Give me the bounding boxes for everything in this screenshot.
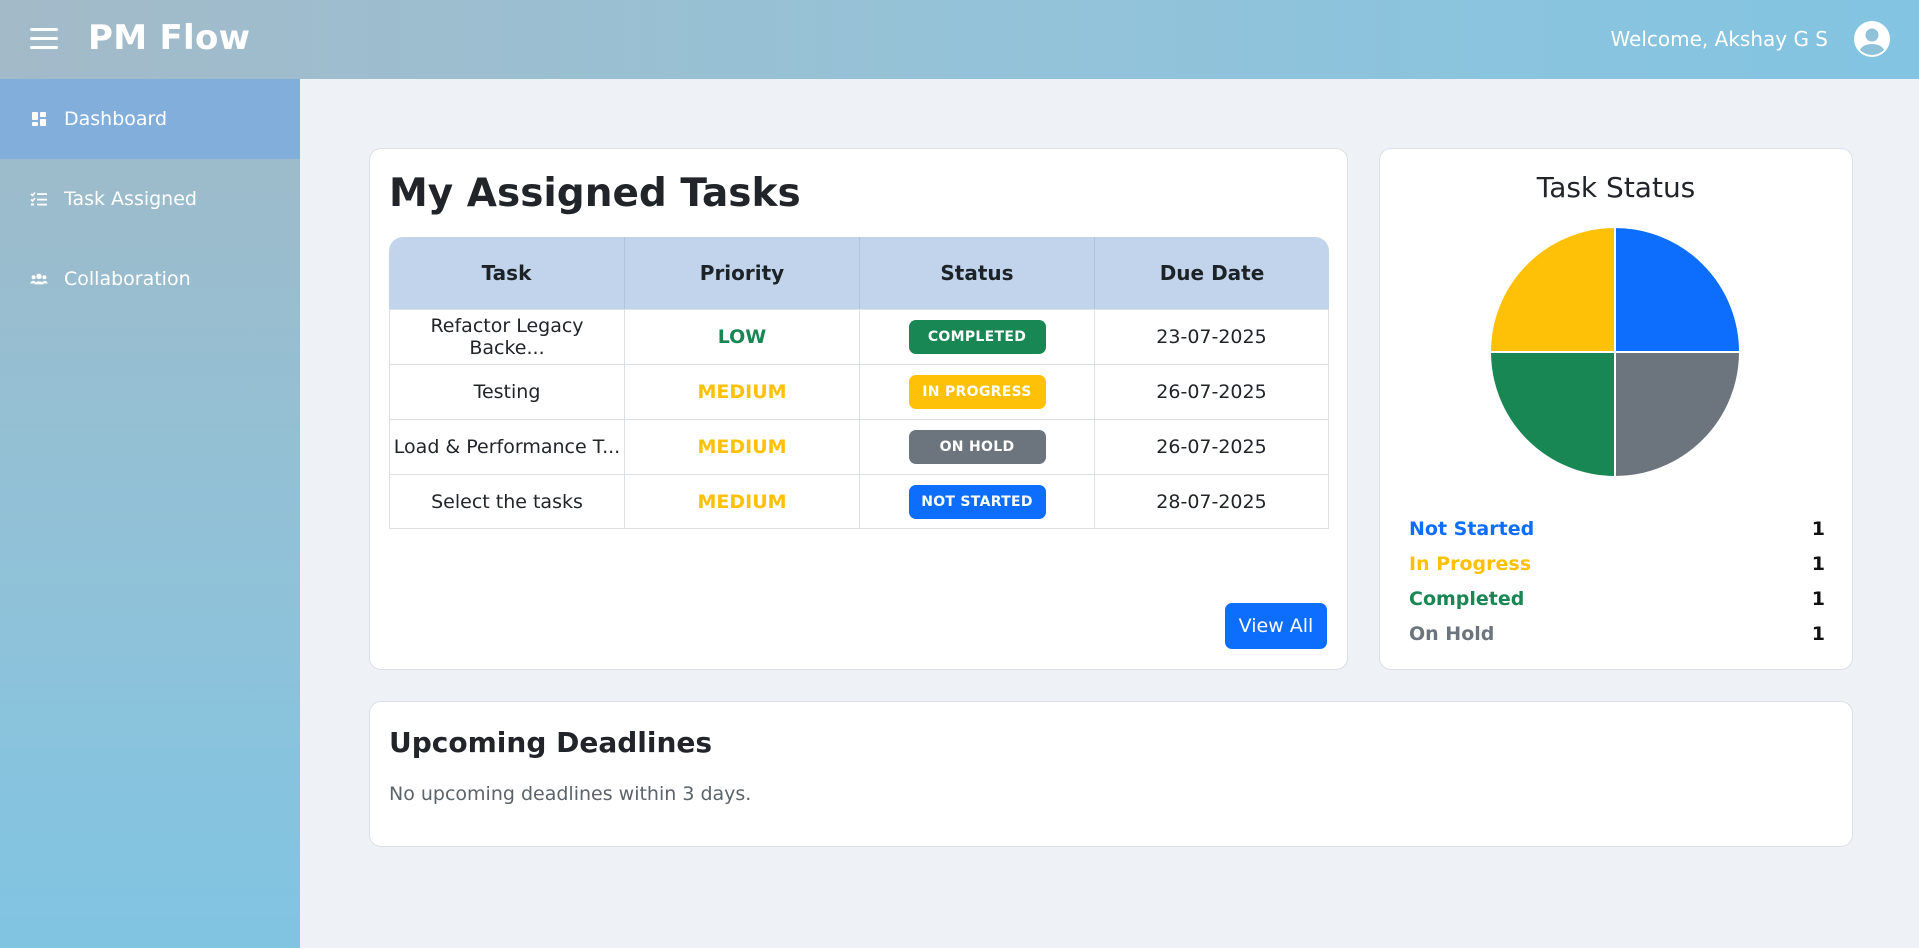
status-badge: NOT STARTED bbox=[908, 484, 1046, 519]
dashboard-icon bbox=[30, 110, 48, 128]
legend-label: Completed bbox=[1409, 587, 1525, 610]
priority-label: MEDIUM bbox=[697, 490, 787, 513]
priority-label: MEDIUM bbox=[697, 436, 787, 458]
legend-label: In Progress bbox=[1409, 552, 1532, 575]
sidebar: Dashboard Task Assigned Collaboration bbox=[0, 79, 300, 948]
legend-label: Not Started bbox=[1409, 517, 1535, 540]
table-row[interactable]: Select the tasks MEDIUM NOT STARTED 28-07-2… bbox=[389, 474, 1329, 529]
due-date-cell: 26-07-2025 bbox=[1094, 364, 1329, 419]
pie-slice-completed[interactable] bbox=[1489, 351, 1616, 478]
task-status-card: Task Status Not Started 1 In Progress 1 Comp… bbox=[1379, 148, 1853, 670]
column-header-due-date: Due Date bbox=[1094, 237, 1329, 309]
sidebar-item-collaboration[interactable]: Collaboration bbox=[0, 239, 300, 319]
sidebar-item-dashboard[interactable]: Dashboard bbox=[0, 79, 300, 159]
legend-count: 1 bbox=[1811, 622, 1825, 645]
task-name-cell[interactable]: Refactor Legacy Backe... bbox=[389, 309, 624, 364]
upcoming-deadlines-card: Upcoming Deadlines No upcoming deadlines… bbox=[369, 701, 1853, 847]
legend-item: Completed 1 bbox=[1409, 581, 1825, 616]
task-status-legend: Not Started 1 In Progress 1 Completed 1 On Hol… bbox=[1409, 511, 1825, 651]
upcoming-deadlines-message: No upcoming deadlines within 3 days. bbox=[389, 783, 752, 805]
user-avatar-icon[interactable] bbox=[1853, 20, 1891, 58]
pie-slice-on-hold[interactable] bbox=[1614, 351, 1741, 478]
legend-count: 1 bbox=[1811, 552, 1825, 575]
status-cell: COMPLETED bbox=[859, 309, 1094, 364]
assigned-tasks-table: Task Priority Status Due Date Refactor L… bbox=[389, 237, 1329, 529]
column-header-priority: Priority bbox=[624, 237, 859, 309]
task-status-pie-chart bbox=[1489, 226, 1741, 478]
status-cell: ON HOLD bbox=[859, 419, 1094, 474]
upcoming-deadlines-title: Upcoming Deadlines bbox=[389, 726, 713, 759]
users-icon bbox=[30, 270, 48, 288]
sidebar-item-label: Collaboration bbox=[64, 268, 191, 290]
sidebar-item-task-assigned[interactable]: Task Assigned bbox=[0, 159, 300, 239]
status-cell: IN PROGRESS bbox=[859, 364, 1094, 419]
priority-label: MEDIUM bbox=[697, 381, 787, 403]
sidebar-item-label: Dashboard bbox=[64, 108, 168, 130]
status-badge: COMPLETED bbox=[908, 320, 1046, 354]
top-navbar: PM Flow Welcome, Akshay G S bbox=[0, 0, 1919, 79]
legend-item: On Hold 1 bbox=[1409, 616, 1825, 651]
due-date-cell: 23-07-2025 bbox=[1094, 309, 1329, 364]
task-list-icon bbox=[30, 190, 48, 208]
priority-label: LOW bbox=[717, 326, 767, 348]
status-badge: IN PROGRESS bbox=[908, 375, 1046, 409]
priority-cell: MEDIUM bbox=[624, 419, 859, 474]
sidebar-item-label: Task Assigned bbox=[64, 188, 197, 210]
priority-cell: MEDIUM bbox=[624, 474, 859, 529]
priority-cell: MEDIUM bbox=[624, 364, 859, 419]
pie-slice-not-started[interactable] bbox=[1614, 226, 1741, 353]
column-header-task: Task bbox=[389, 237, 624, 309]
priority-cell: LOW bbox=[624, 309, 859, 364]
view-all-button[interactable]: View All bbox=[1225, 603, 1327, 649]
pie-slice-in-progress[interactable] bbox=[1489, 226, 1616, 353]
legend-label: On Hold bbox=[1409, 622, 1495, 645]
menu-toggle-icon[interactable] bbox=[30, 28, 58, 50]
task-name-cell[interactable]: Load & Performance T... bbox=[389, 419, 624, 474]
welcome-text: Welcome, Akshay G S bbox=[1610, 27, 1828, 51]
table-row[interactable]: Load & Performance T... MEDIUM ON HOLD 26-0… bbox=[389, 419, 1329, 474]
table-row[interactable]: Refactor Legacy Backe... LOW COMPLETED 23-0… bbox=[389, 309, 1329, 364]
column-header-status: Status bbox=[859, 237, 1094, 309]
due-date-cell: 26-07-2025 bbox=[1094, 419, 1329, 474]
brand-title[interactable]: PM Flow bbox=[88, 18, 250, 58]
legend-count: 1 bbox=[1811, 587, 1825, 610]
assigned-tasks-title: My Assigned Tasks bbox=[389, 171, 801, 216]
legend-item: In Progress 1 bbox=[1409, 546, 1825, 581]
table-row[interactable]: Testing MEDIUM IN PROGRESS 26-07-2025 bbox=[389, 364, 1329, 419]
status-badge: ON HOLD bbox=[908, 430, 1046, 464]
legend-count: 1 bbox=[1811, 517, 1825, 540]
table-header-row: Task Priority Status Due Date bbox=[389, 237, 1329, 309]
task-name-cell[interactable]: Testing bbox=[389, 364, 624, 419]
task-status-title: Task Status bbox=[1536, 171, 1696, 204]
status-cell: NOT STARTED bbox=[859, 474, 1094, 529]
task-name-cell[interactable]: Select the tasks bbox=[389, 474, 624, 529]
legend-item: Not Started 1 bbox=[1409, 511, 1825, 546]
assigned-tasks-card: My Assigned Tasks Task Priority Status D… bbox=[369, 148, 1348, 670]
due-date-cell: 28-07-2025 bbox=[1094, 474, 1329, 529]
